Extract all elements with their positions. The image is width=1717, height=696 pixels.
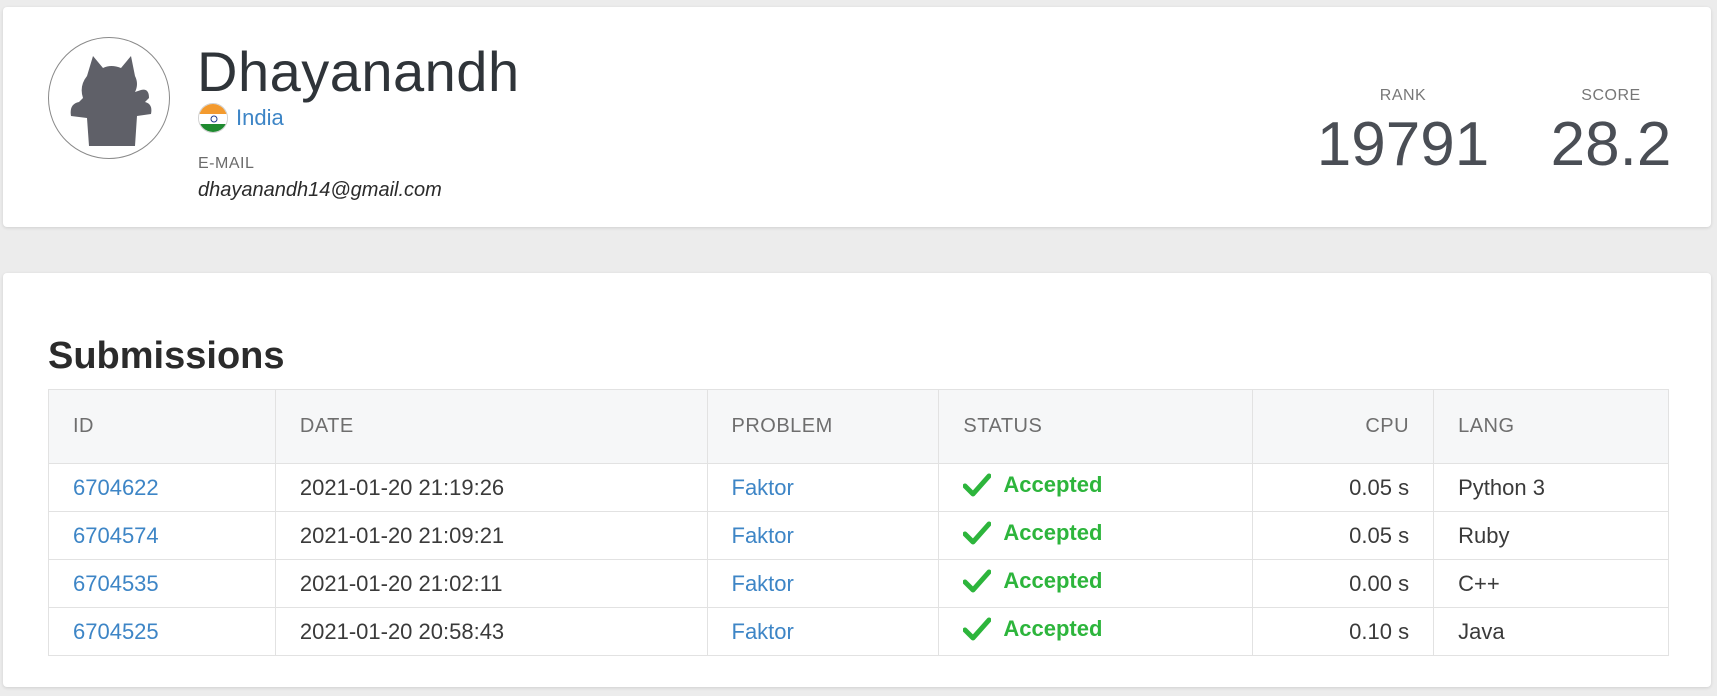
submission-id-link[interactable]: 6704525 xyxy=(73,619,159,644)
country: India xyxy=(198,103,284,133)
status-cell: Accepted xyxy=(938,511,1254,560)
header-status: STATUS xyxy=(938,389,1254,464)
rank-label: RANK xyxy=(1379,87,1427,104)
problem-cell: Faktor xyxy=(707,463,940,512)
check-icon xyxy=(963,521,992,545)
date-cell: 2021-01-20 20:58:43 xyxy=(275,607,708,656)
status-cell: Accepted xyxy=(938,463,1254,512)
status-text: Accepted xyxy=(1003,568,1103,593)
email-value: dhayanandh14@gmail.com xyxy=(198,179,442,201)
submission-id-cell: 6704525 xyxy=(48,607,276,656)
status-badge: Accepted xyxy=(963,472,1102,498)
table-row: 6704535 2021-01-20 21:02:11 Faktor Accep… xyxy=(48,559,1669,608)
submission-id-link[interactable]: 6704622 xyxy=(73,475,159,500)
rank-stat: RANK 19791 xyxy=(1313,87,1493,181)
problem-link[interactable]: Faktor xyxy=(732,571,794,596)
submission-id-cell: 6704535 xyxy=(48,559,276,608)
country-link[interactable]: India xyxy=(236,105,284,131)
table-row: 6704574 2021-01-20 21:09:21 Faktor Accep… xyxy=(48,511,1669,560)
table-header-row: ID DATE PROBLEM STATUS CPU LANG xyxy=(48,389,1669,464)
status-badge: Accepted xyxy=(963,520,1102,546)
submission-id-cell: 6704622 xyxy=(48,463,276,512)
problem-link[interactable]: Faktor xyxy=(732,523,794,548)
header-lang: LANG xyxy=(1458,415,1515,437)
submissions-title: Submissions xyxy=(48,335,285,377)
problem-link[interactable]: Faktor xyxy=(732,619,794,644)
header-cpu: CPU xyxy=(1252,389,1435,464)
score-label: SCORE xyxy=(1581,87,1641,104)
submission-id-link[interactable]: 6704535 xyxy=(73,571,159,596)
check-icon xyxy=(963,617,992,641)
date-cell: 2021-01-20 21:09:21 xyxy=(275,511,708,560)
status-text: Accepted xyxy=(1003,616,1103,641)
rank-value: 19791 xyxy=(1316,110,1490,179)
lang-cell: Java xyxy=(1458,618,1505,644)
status-cell: Accepted xyxy=(938,607,1254,656)
lang-cell: C++ xyxy=(1458,570,1500,596)
email-label: E-MAIL xyxy=(198,155,255,172)
date-cell: 2021-01-20 21:19:26 xyxy=(275,463,708,512)
lang-cell: Python 3 xyxy=(1458,474,1545,500)
cpu-cell: 0.05 s xyxy=(1252,511,1435,560)
submissions-card: Submissions ID DATE PROBLEM STATUS CPU L… xyxy=(3,273,1711,687)
submission-id-link[interactable]: 6704574 xyxy=(73,523,159,548)
status-text: Accepted xyxy=(1003,472,1103,497)
profile-name: Dhayanandh xyxy=(197,40,520,103)
status-badge: Accepted xyxy=(963,568,1102,594)
status-text: Accepted xyxy=(1003,520,1103,545)
table-row: 6704525 2021-01-20 20:58:43 Faktor Accep… xyxy=(48,607,1669,656)
status-cell: Accepted xyxy=(938,559,1254,608)
check-icon xyxy=(963,569,992,593)
header-date: DATE xyxy=(275,389,708,464)
cat-silhouette-icon xyxy=(70,56,152,146)
india-flag-icon xyxy=(198,103,228,133)
problem-cell: Faktor xyxy=(707,607,940,656)
cpu-cell: 0.10 s xyxy=(1252,607,1435,656)
avatar xyxy=(48,37,170,159)
lang-cell: Ruby xyxy=(1458,522,1510,548)
check-icon xyxy=(963,473,992,497)
submission-id-cell: 6704574 xyxy=(48,511,276,560)
score-stat: SCORE 28.2 xyxy=(1521,87,1701,181)
submissions-table: ID DATE PROBLEM STATUS CPU LANG 6704622 … xyxy=(48,389,1669,656)
cpu-cell: 0.05 s xyxy=(1252,463,1435,512)
date-cell: 2021-01-20 21:02:11 xyxy=(275,559,708,608)
score-value: 28.2 xyxy=(1550,110,1672,179)
status-badge: Accepted xyxy=(963,616,1102,642)
cpu-cell: 0.00 s xyxy=(1252,559,1435,608)
header-problem: PROBLEM xyxy=(707,389,940,464)
problem-cell: Faktor xyxy=(707,559,940,608)
header-id: ID xyxy=(48,389,276,464)
profile-card: Dhayanandh India E-MAIL dhayanandh14@gma… xyxy=(3,7,1711,227)
problem-link[interactable]: Faktor xyxy=(732,475,794,500)
table-row: 6704622 2021-01-20 21:19:26 Faktor Accep… xyxy=(48,463,1669,512)
problem-cell: Faktor xyxy=(707,511,940,560)
